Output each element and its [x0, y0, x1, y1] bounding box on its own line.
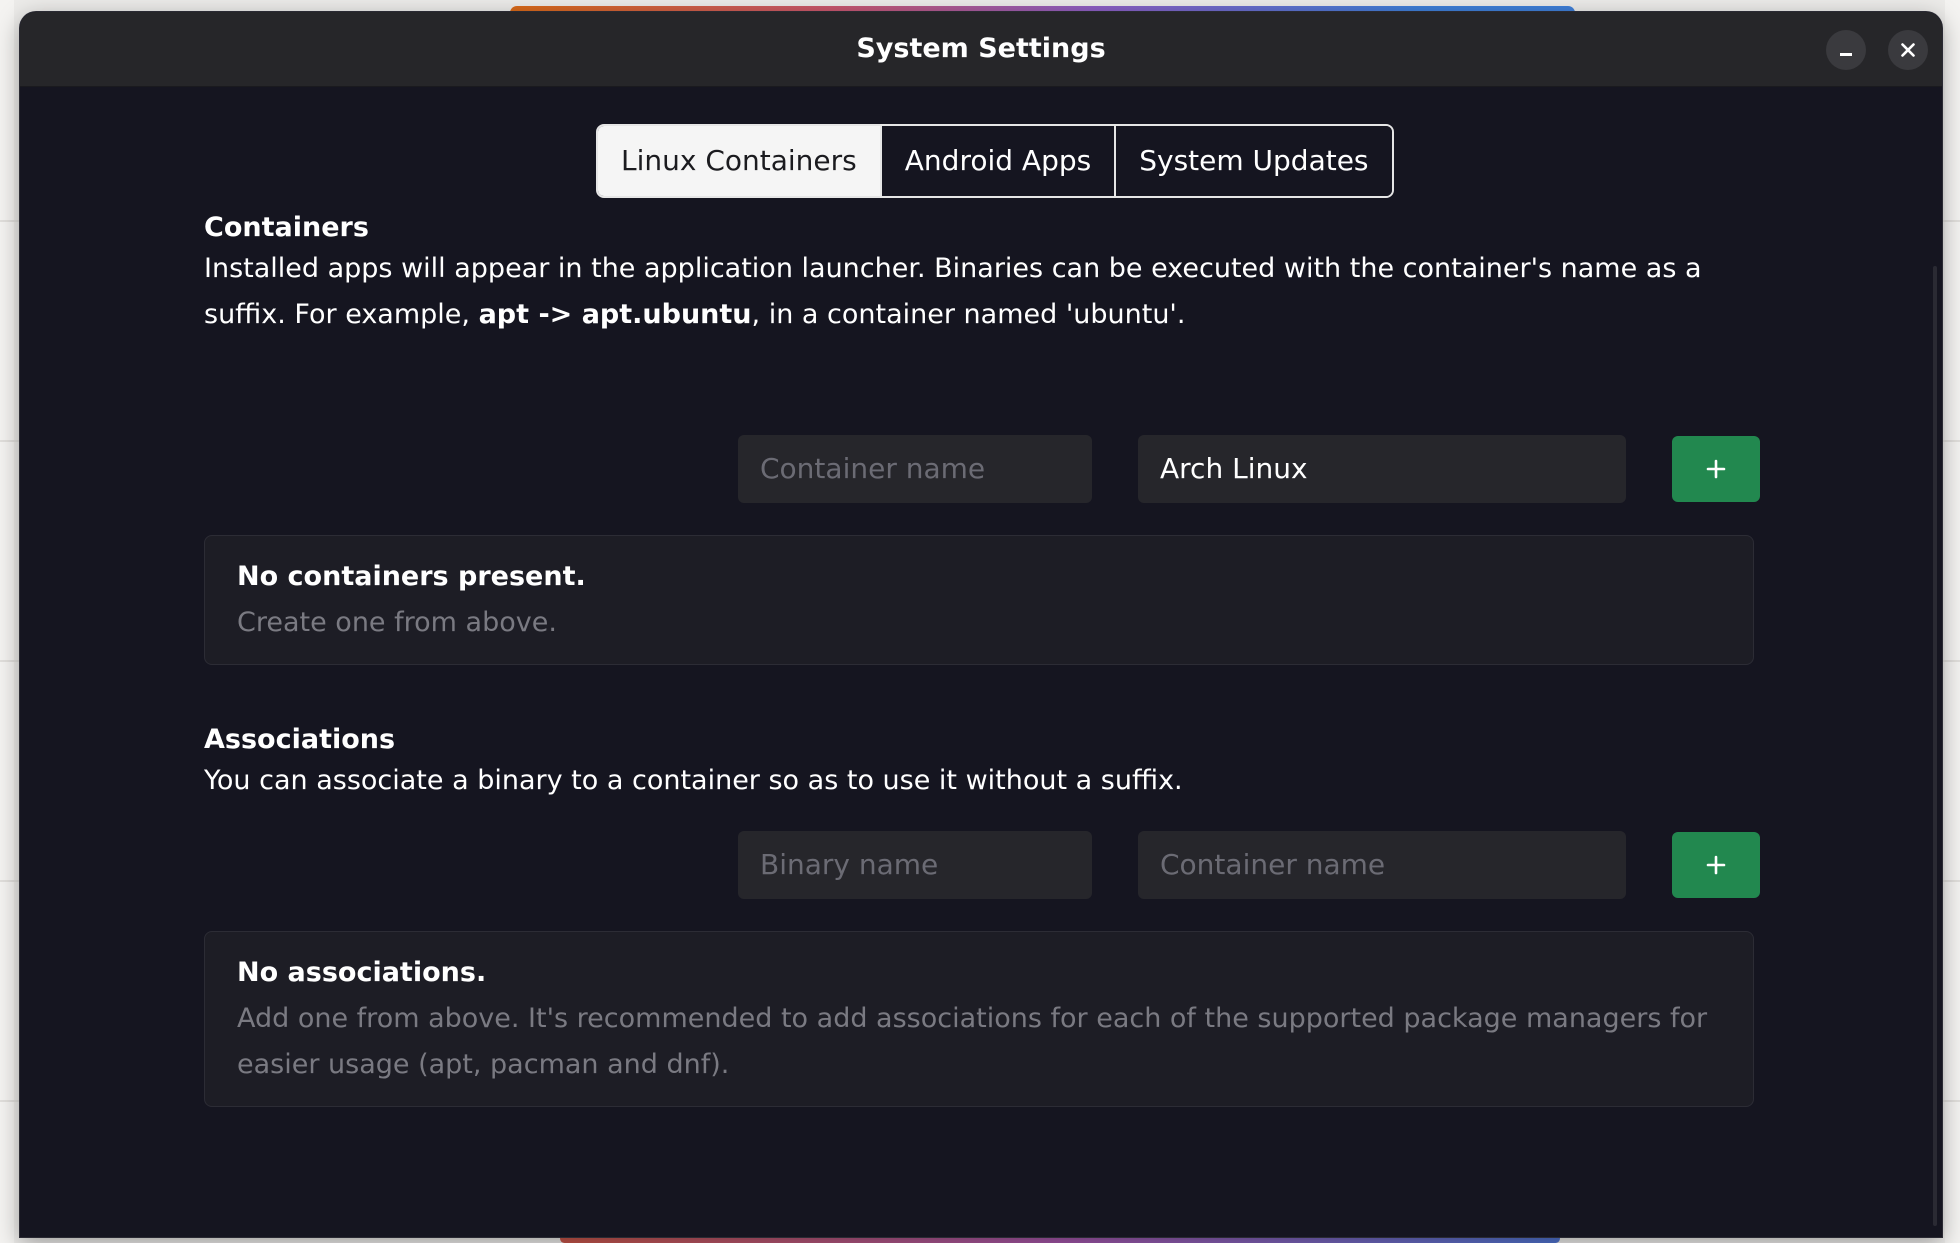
containers-description: Installed apps will appear in the applic… [204, 246, 1744, 338]
tab-android-apps[interactable]: Android Apps [879, 126, 1115, 196]
description-command: apt [478, 299, 530, 330]
close-button[interactable] [1888, 30, 1928, 70]
associations-empty-state: No associations. Add one from above. It'… [204, 931, 1754, 1107]
desktop-tile [1945, 0, 1960, 1243]
empty-state-title: No containers present. [237, 561, 586, 592]
add-association-button[interactable] [1672, 832, 1760, 898]
association-container-name-input[interactable]: Container name [1138, 831, 1626, 899]
minimize-button[interactable] [1826, 30, 1866, 70]
distro-select[interactable]: Arch Linux [1138, 435, 1626, 503]
empty-state-subtitle: Add one from above. It's recommended to … [237, 996, 1721, 1088]
containers-description-line: Installed apps will appear in the applic… [204, 253, 1702, 284]
titlebar[interactable]: System Settings [20, 12, 1942, 87]
containers-description-line: suffix. For example, apt -> apt.ubuntu, … [204, 292, 1744, 338]
desktop-tile [0, 0, 14, 1243]
tab-linux-containers[interactable]: Linux Containers [598, 126, 880, 196]
associations-description: You can associate a binary to a containe… [204, 765, 1183, 796]
containers-heading: Containers [204, 212, 369, 243]
empty-state-title: No associations. [237, 957, 487, 988]
system-settings-window: System Settings Linux Containers Android… [20, 12, 1942, 1237]
empty-state-subtitle-line: Add one from above. It's recommended to … [237, 1003, 1708, 1034]
description-text: , in a container named 'ubuntu'. [751, 299, 1186, 330]
close-icon [1901, 43, 1915, 57]
tab-bar: Linux Containers Android Apps System Upd… [596, 124, 1394, 198]
empty-state-subtitle-line: easier usage (apt, pacman and dnf). [237, 1049, 730, 1080]
plus-icon [1706, 855, 1726, 875]
binary-name-input[interactable]: Binary name [738, 831, 1092, 899]
associations-heading: Associations [204, 724, 396, 755]
empty-state-subtitle: Create one from above. [237, 607, 557, 638]
description-text: suffix. For example, [204, 299, 479, 330]
tab-system-updates[interactable]: System Updates [1114, 126, 1392, 196]
plus-icon [1706, 459, 1726, 479]
description-result: apt.ubuntu [581, 299, 752, 330]
container-name-input[interactable]: Container name [738, 435, 1092, 503]
window-title: System Settings [856, 33, 1106, 64]
add-container-button[interactable] [1672, 436, 1760, 502]
containers-empty-state: No containers present. Create one from a… [204, 535, 1754, 665]
description-arrow: -> [529, 299, 582, 330]
minimize-icon [1840, 53, 1852, 56]
scrollbar[interactable] [1933, 266, 1937, 1226]
